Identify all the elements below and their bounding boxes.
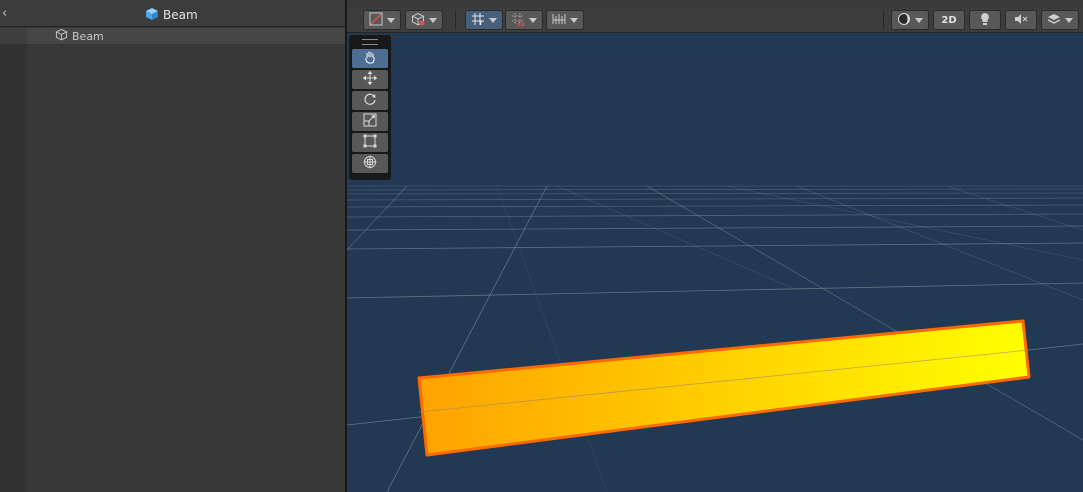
move-arrows-icon bbox=[362, 70, 378, 88]
prefab-cube-icon bbox=[145, 7, 159, 24]
toolbar-separator bbox=[455, 12, 456, 28]
ruler-button[interactable] bbox=[546, 10, 584, 30]
chevron-down-icon bbox=[488, 11, 498, 29]
scale-tool-button[interactable] bbox=[352, 112, 388, 131]
hand-tool-button[interactable] bbox=[352, 49, 388, 68]
grid-snapping-button[interactable]: Y bbox=[465, 10, 503, 30]
2d-mode-label: 2D bbox=[941, 14, 957, 26]
layers-icon bbox=[1047, 12, 1061, 29]
draw-mode-icon bbox=[369, 12, 383, 29]
snap-increment-icon bbox=[511, 12, 525, 29]
grid-y-icon: Y bbox=[471, 12, 485, 29]
chevron-down-icon bbox=[528, 11, 538, 29]
tools-overlay bbox=[349, 35, 391, 180]
scene-viewport[interactable] bbox=[347, 0, 1083, 492]
2d-mode-button[interactable]: 2D bbox=[933, 10, 965, 30]
chevron-down-icon bbox=[914, 11, 924, 29]
row-gutter bbox=[0, 28, 27, 44]
increment-snap-button[interactable] bbox=[505, 10, 543, 30]
effects-toggle-button[interactable] bbox=[1041, 10, 1079, 30]
audio-mute-icon bbox=[1014, 12, 1028, 29]
svg-text:Y: Y bbox=[478, 20, 483, 26]
beam-object[interactable] bbox=[417, 319, 1031, 457]
chevron-down-icon bbox=[386, 11, 396, 29]
gameobject-cube-icon bbox=[55, 28, 68, 44]
scale-icon bbox=[363, 113, 377, 130]
lighting-toggle-button[interactable] bbox=[969, 10, 1001, 30]
rect-tool-button[interactable] bbox=[352, 133, 388, 152]
shading-mode-button[interactable] bbox=[891, 10, 929, 30]
ruler-icon bbox=[552, 12, 566, 29]
overlay-drag-handle[interactable] bbox=[362, 39, 378, 45]
hierarchy-item-beam[interactable]: Beam bbox=[0, 28, 345, 44]
hierarchy-header: ‹ Beam bbox=[0, 0, 345, 27]
hand-icon bbox=[363, 50, 377, 67]
prefab-title-label: Beam bbox=[163, 8, 198, 22]
toolbar-separator bbox=[883, 12, 884, 28]
rect-transform-icon bbox=[363, 134, 377, 151]
audio-toggle-button[interactable] bbox=[1005, 10, 1037, 30]
transform-tool-button[interactable] bbox=[352, 154, 388, 173]
chevron-left-icon[interactable]: ‹ bbox=[2, 7, 12, 21]
chevron-down-icon bbox=[428, 11, 438, 29]
cube-view-icon bbox=[410, 12, 425, 29]
rotate-icon bbox=[363, 92, 377, 109]
hierarchy-item-label: Beam bbox=[72, 29, 104, 43]
chevron-down-icon bbox=[1064, 11, 1074, 29]
view-options-button[interactable] bbox=[405, 10, 443, 30]
scene-toolbar: Y 2D bbox=[347, 8, 1083, 33]
move-tool-button[interactable] bbox=[352, 70, 388, 89]
light-bulb-icon bbox=[978, 12, 992, 29]
transform-icon bbox=[363, 155, 377, 172]
chevron-down-icon bbox=[569, 11, 579, 29]
hierarchy-gutter bbox=[0, 28, 27, 492]
draw-mode-button[interactable] bbox=[363, 10, 401, 30]
hierarchy-panel: ‹ Beam Beam bbox=[0, 0, 345, 492]
rotate-tool-button[interactable] bbox=[352, 91, 388, 110]
shading-sphere-icon bbox=[897, 12, 911, 29]
scene-view[interactable]: Y 2D bbox=[347, 0, 1083, 492]
prefab-title: Beam bbox=[145, 7, 198, 23]
